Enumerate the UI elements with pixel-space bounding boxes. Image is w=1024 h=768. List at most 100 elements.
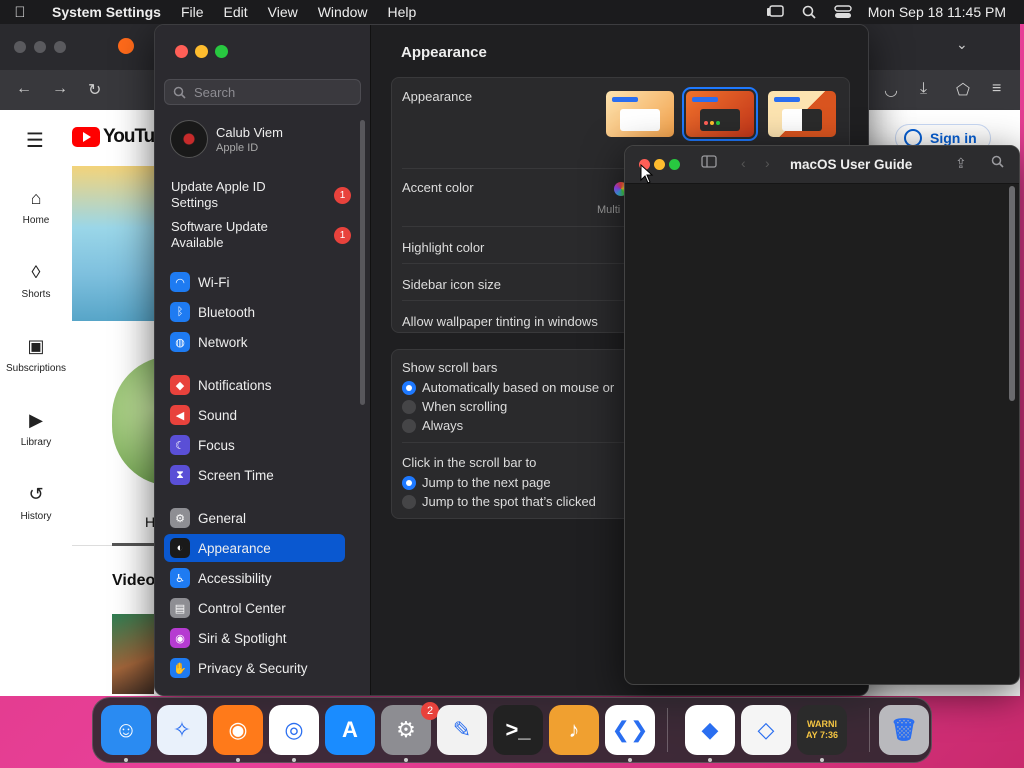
dock-app-store-icon[interactable]: A bbox=[325, 705, 375, 755]
appearance-light-option[interactable] bbox=[606, 91, 674, 137]
share-icon[interactable]: ⇪ bbox=[955, 155, 967, 172]
click-option-next-page[interactable]: Jump to the next page bbox=[402, 475, 551, 490]
sidebar-item-siri-spotlight[interactable]: ◉ Siri & Spotlight bbox=[164, 624, 345, 652]
app-menu-icon[interactable]: ≡ bbox=[992, 80, 1001, 98]
dock-firefox-icon[interactable]: ◉ bbox=[213, 705, 263, 755]
search-input[interactable] bbox=[194, 84, 344, 100]
sidebar-item-network[interactable]: ◍ Network bbox=[164, 328, 345, 356]
forward-icon[interactable]: → bbox=[52, 80, 68, 98]
firefox-tab-icon[interactable] bbox=[118, 38, 134, 54]
settings-zoom-button[interactable] bbox=[215, 45, 228, 58]
sidebar-item-wi-fi[interactable]: ◠ Wi-Fi bbox=[164, 268, 345, 296]
dock-safari-icon[interactable]: ✧ bbox=[157, 705, 207, 755]
dock-visual-studio-icon[interactable]: ◆ bbox=[685, 705, 735, 755]
sidebar-item-label: Sound bbox=[198, 407, 238, 423]
sidebar-item-accessibility[interactable]: ♿ Accessibility bbox=[164, 564, 345, 592]
sidebar-item-appearance[interactable]: ◐ Appearance bbox=[164, 534, 345, 562]
sidebar-item-screen-time[interactable]: ⧗ Screen Time bbox=[164, 461, 345, 489]
dock-app-glyph: ♪ bbox=[568, 717, 580, 742]
guide-title: macOS User Guide bbox=[790, 157, 913, 172]
sidebar-item-notifications[interactable]: ◆ Notifications bbox=[164, 371, 345, 399]
spotlight-search-icon[interactable] bbox=[792, 5, 826, 19]
notice-badge: 1 bbox=[334, 227, 351, 244]
dock-app-glyph: WARNI AY 7:36 bbox=[805, 719, 839, 740]
sidebar-item-focus[interactable]: ☾ Focus bbox=[164, 431, 345, 459]
hourglass-icon: ⧗ bbox=[170, 465, 190, 485]
control-center-icon[interactable] bbox=[826, 5, 860, 19]
dock-garageband-icon[interactable]: ♪ bbox=[549, 705, 599, 755]
guide-back-icon[interactable]: ‹ bbox=[741, 155, 746, 171]
yt-nav-subscriptions[interactable]: ▣ Subscriptions bbox=[0, 336, 72, 374]
profile-name: Calub Viem bbox=[216, 124, 283, 140]
scroll-option-always[interactable]: Always bbox=[402, 418, 463, 433]
back-icon[interactable]: ← bbox=[16, 80, 32, 98]
yt-nav-shorts[interactable]: ◊ Shorts bbox=[0, 262, 72, 300]
bell-icon: ◆ bbox=[170, 375, 190, 395]
appearance-auto-option[interactable] bbox=[768, 91, 836, 137]
guide-forward-icon[interactable]: › bbox=[765, 155, 770, 171]
menu-help[interactable]: Help bbox=[378, 4, 427, 20]
sidebar-item-general[interactable]: ⚙ General bbox=[164, 504, 345, 532]
dock-console-icon[interactable]: WARNI AY 7:36 bbox=[797, 705, 847, 755]
dock-finder-icon[interactable]: ☺ bbox=[101, 705, 151, 755]
sidebar-item-sound[interactable]: ◀ Sound bbox=[164, 401, 345, 429]
scroll-option-automatic[interactable]: Automatically based on mouse or bbox=[402, 380, 614, 395]
menu-clock[interactable]: Mon Sep 18 11:45 PM bbox=[860, 4, 1024, 20]
download-icon[interactable]: ⤓ bbox=[920, 80, 927, 98]
settings-search[interactable] bbox=[164, 79, 361, 105]
apple-menu-icon[interactable]:  bbox=[0, 4, 40, 21]
active-tab-underline bbox=[112, 543, 154, 546]
hamburger-menu-icon[interactable]: ☰ bbox=[26, 128, 44, 153]
browser-zoom-button[interactable] bbox=[54, 41, 66, 53]
scroll-option-when-scrolling[interactable]: When scrolling bbox=[402, 399, 507, 414]
pocket-icon[interactable]: ◡ bbox=[884, 80, 898, 100]
channel-banner bbox=[72, 166, 154, 321]
menu-file[interactable]: File bbox=[171, 4, 214, 20]
video-thumbnail[interactable] bbox=[112, 614, 154, 694]
click-option-spot-clicked[interactable]: Jump to the spot that’s clicked bbox=[402, 494, 596, 509]
guide-zoom-button[interactable] bbox=[669, 159, 680, 170]
sidebar-item-privacy-security[interactable]: ✋ Privacy & Security bbox=[164, 654, 345, 682]
yt-nav-home[interactable]: ⌂ Home bbox=[0, 188, 72, 226]
radio-unselected bbox=[402, 399, 416, 414]
sidebar-item-label: Screen Time bbox=[198, 467, 274, 483]
dock-running-indicator bbox=[404, 758, 408, 762]
sidebar-item-control-center[interactable]: ▤ Control Center bbox=[164, 594, 345, 622]
dock-sketch-like-icon[interactable]: ◇ bbox=[741, 705, 791, 755]
dock-terminal-icon[interactable]: >_ bbox=[493, 705, 543, 755]
guide-scrollbar[interactable] bbox=[1009, 186, 1015, 401]
dock-chrome-icon[interactable]: ◎ bbox=[269, 705, 319, 755]
sidebar-item-label: Focus bbox=[198, 437, 235, 453]
wifi-icon: ◠ bbox=[170, 272, 190, 292]
yt-nav-history[interactable]: ↺ History bbox=[0, 484, 72, 522]
dock-running-indicator bbox=[708, 758, 712, 762]
settings-minimize-button[interactable] bbox=[195, 45, 208, 58]
appearance-dark-option[interactable] bbox=[682, 87, 758, 141]
menu-edit[interactable]: Edit bbox=[214, 4, 258, 20]
dock-textedit-icon[interactable]: ✎ bbox=[437, 705, 487, 755]
tab-list-chevron-icon[interactable]: ⌄ bbox=[956, 36, 968, 53]
sidebar-scrollbar[interactable] bbox=[360, 120, 365, 405]
update-apple-id-notice[interactable]: Update Apple ID Settings 1 bbox=[171, 179, 351, 211]
apple-id-profile[interactable]: Calub Viem Apple ID bbox=[170, 120, 283, 158]
guide-search-icon[interactable] bbox=[991, 155, 1004, 171]
sidebar-toggle-icon[interactable] bbox=[701, 155, 717, 171]
software-update-notice[interactable]: Software Update Available 1 bbox=[171, 219, 351, 251]
menu-view[interactable]: View bbox=[258, 4, 308, 20]
browser-close-button[interactable] bbox=[14, 41, 26, 53]
browser-minimize-button[interactable] bbox=[34, 41, 46, 53]
dock-vscode-icon[interactable]: ❮❯ bbox=[605, 705, 655, 755]
sidebar-icon-size-label: Sidebar icon size bbox=[402, 277, 501, 292]
sidebar-item-bluetooth[interactable]: ᛒ Bluetooth bbox=[164, 298, 345, 326]
yt-nav-library[interactable]: ▶ Library bbox=[0, 410, 72, 448]
app-menu[interactable]: System Settings bbox=[40, 4, 171, 20]
extensions-icon[interactable]: ⬠ bbox=[956, 80, 970, 100]
reload-icon[interactable]: ↻ bbox=[88, 80, 101, 100]
sidebar-item-label: Siri & Spotlight bbox=[198, 630, 287, 646]
settings-close-button[interactable] bbox=[175, 45, 188, 58]
menu-window[interactable]: Window bbox=[308, 4, 378, 20]
guide-minimize-button[interactable] bbox=[654, 159, 665, 170]
dock-trash-icon[interactable]: 🗑 bbox=[879, 705, 929, 755]
stage-manager-icon[interactable] bbox=[758, 5, 792, 19]
appearance-label: Appearance bbox=[402, 89, 473, 104]
